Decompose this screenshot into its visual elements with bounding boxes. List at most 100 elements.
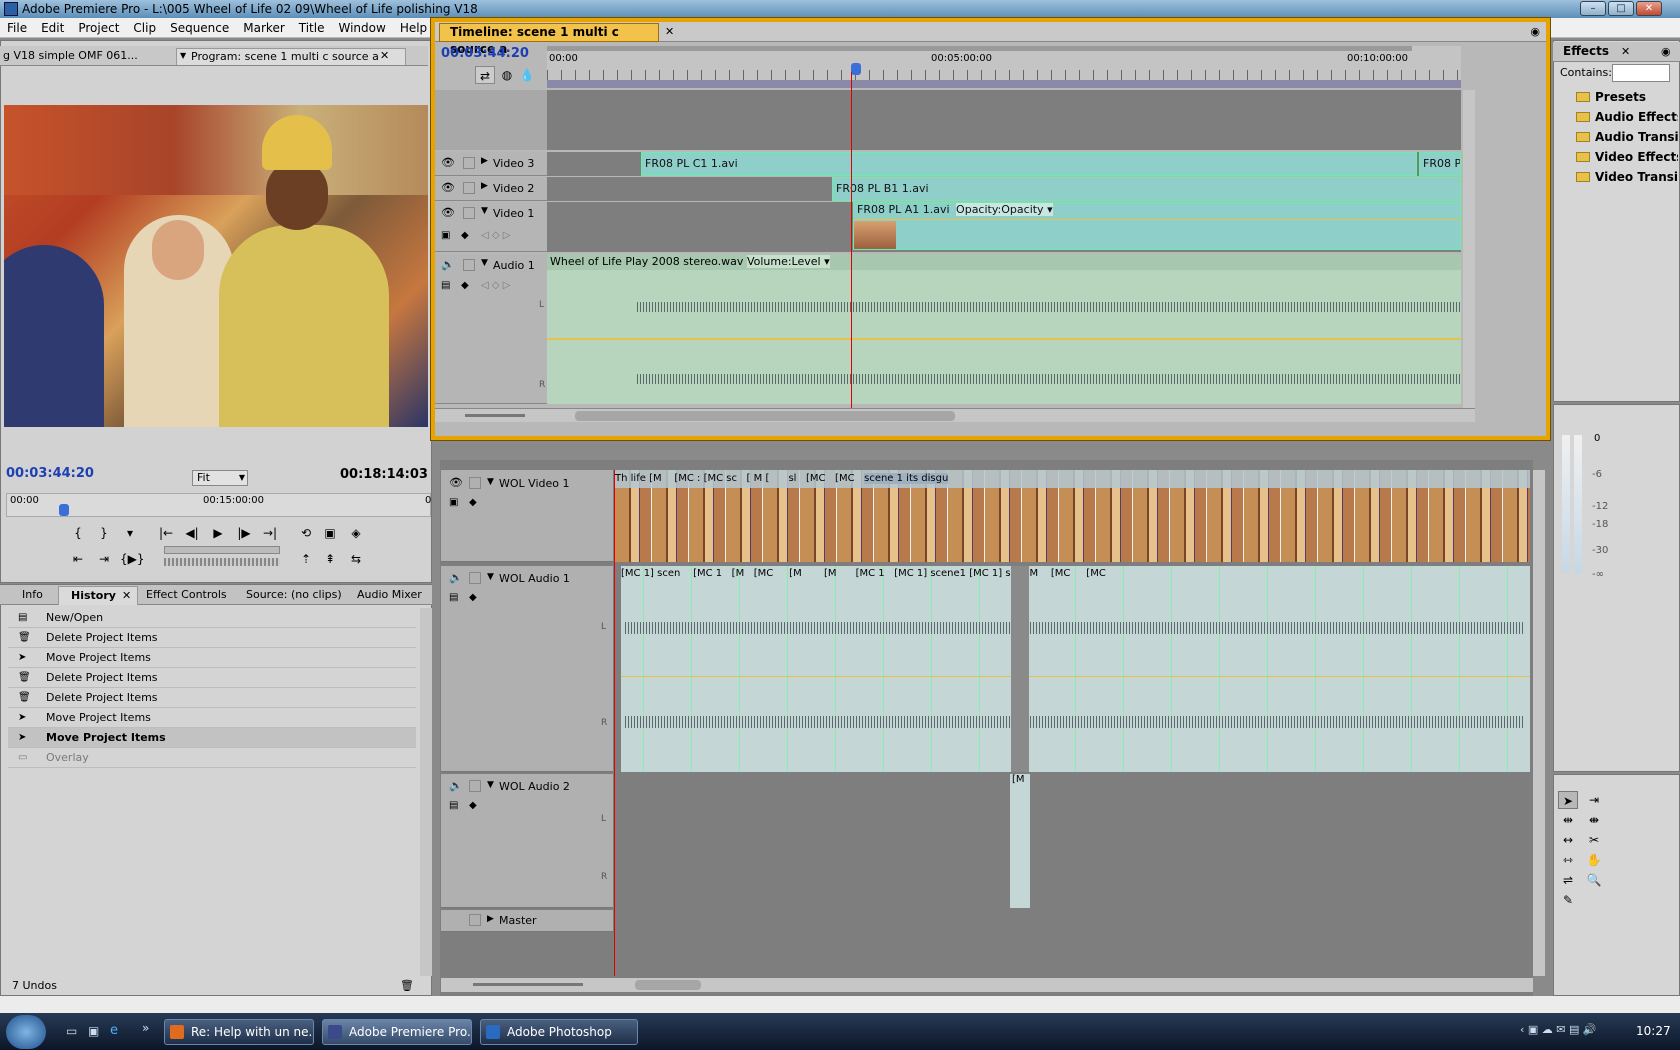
history-item[interactable]: ➤ Move Project Items bbox=[8, 648, 416, 668]
rate-stretch-tool-icon[interactable]: ↔ bbox=[1558, 831, 1578, 849]
step-back-icon[interactable]: ◀| bbox=[182, 524, 202, 542]
switch-windows-icon[interactable]: ▣ bbox=[88, 1024, 99, 1038]
lock-toggle[interactable] bbox=[469, 477, 481, 489]
expand-triangle-icon[interactable]: ▶ bbox=[487, 914, 494, 924]
marker-icon[interactable]: ▾ bbox=[120, 524, 140, 542]
hand-tool-icon[interactable]: ✋ bbox=[1584, 851, 1604, 869]
play-icon[interactable]: ▶ bbox=[208, 524, 228, 542]
opacity-line[interactable] bbox=[854, 219, 1460, 220]
tab-effect-controls[interactable]: Effect Controls bbox=[146, 588, 227, 601]
collapse-triangle-icon[interactable]: ▼ bbox=[487, 477, 494, 487]
close-tab-icon[interactable]: ✕ bbox=[665, 25, 674, 38]
set-in-icon[interactable]: { bbox=[68, 524, 88, 542]
timeline-vertical-scrollbar[interactable] bbox=[1463, 90, 1475, 408]
shuttle-slider[interactable] bbox=[164, 546, 280, 554]
clip-fr08-pl[interactable]: FR08 PL bbox=[1419, 152, 1461, 176]
tab-info[interactable]: Info bbox=[22, 588, 43, 601]
lock-toggle[interactable] bbox=[463, 182, 475, 194]
expand-triangle-icon[interactable]: ▶ bbox=[481, 156, 488, 166]
safe-margins-icon[interactable]: ▣ bbox=[320, 524, 340, 542]
effects-folder[interactable]: Audio Effects bbox=[1573, 108, 1678, 126]
playhead-marker-icon[interactable] bbox=[851, 63, 861, 75]
output-icon[interactable]: ◈ bbox=[346, 524, 366, 542]
lock-toggle[interactable] bbox=[463, 207, 475, 219]
menu-file[interactable]: File bbox=[0, 18, 34, 38]
tab-history[interactable]: History ✕ bbox=[58, 586, 138, 605]
clip-fr08-pl-a1[interactable]: FR08 PL A1 1.avi Opacity:Opacity ▾ bbox=[853, 202, 1461, 250]
panel-menu-icon[interactable]: ◉ bbox=[1530, 25, 1540, 38]
history-scrollbar[interactable] bbox=[420, 608, 432, 976]
clip-wol-audio2[interactable]: [M bbox=[1010, 774, 1030, 908]
keyframe-icon[interactable]: ◆ bbox=[461, 280, 469, 291]
timeline-tab[interactable]: Timeline: scene 1 multi c source a bbox=[439, 23, 659, 56]
waveform-toggle-icon[interactable]: ▤ bbox=[449, 800, 458, 811]
expand-triangle-icon[interactable]: ▶ bbox=[481, 181, 488, 191]
program-ruler[interactable]: 00:00 00:15:00:00 0 bbox=[6, 493, 431, 517]
ie-icon[interactable]: e bbox=[110, 1023, 118, 1038]
zoom-bar[interactable] bbox=[547, 80, 1461, 88]
loop-icon[interactable]: ⟲ bbox=[296, 524, 316, 542]
tray-icons[interactable]: ‹ ▣ ☁ ✉ ▤ 🔊 bbox=[1520, 1023, 1597, 1036]
menu-sequence[interactable]: Sequence bbox=[163, 18, 236, 38]
trash-icon[interactable]: 🗑 bbox=[400, 979, 414, 992]
track-select-tool-icon[interactable]: ⇥ bbox=[1584, 791, 1604, 809]
sequence-horizontal-scrollbar[interactable] bbox=[635, 980, 701, 990]
panel-menu-icon[interactable]: ◉ bbox=[1661, 45, 1671, 58]
task-photoshop[interactable]: Adobe Photoshop bbox=[480, 1019, 638, 1045]
snap-icon[interactable]: ⇄ bbox=[475, 66, 495, 84]
zoom-slider[interactable] bbox=[465, 414, 525, 417]
eye-icon[interactable]: 👁 bbox=[441, 156, 455, 169]
menu-edit[interactable]: Edit bbox=[34, 18, 71, 38]
volume-line[interactable] bbox=[621, 676, 1530, 677]
menu-title[interactable]: Title bbox=[292, 18, 332, 38]
tab-audio-mixer[interactable]: Audio Mixer bbox=[357, 588, 422, 601]
effects-folder[interactable]: Video Effects bbox=[1573, 148, 1678, 166]
history-item[interactable]: ➤ Move Project Items bbox=[8, 728, 416, 748]
minimize-button[interactable]: – bbox=[1580, 1, 1606, 16]
sequence-vertical-scrollbar[interactable] bbox=[1533, 470, 1545, 976]
ripple-edit-tool-icon[interactable]: ⇹ bbox=[1558, 811, 1578, 829]
set-out-icon[interactable]: } bbox=[94, 524, 114, 542]
timeline-timecode[interactable]: 00:03:44:20 bbox=[441, 46, 529, 61]
speaker-icon[interactable]: 🔈 bbox=[441, 258, 455, 271]
keyframe-icon[interactable]: ◆ bbox=[461, 230, 469, 241]
waveform-toggle-icon[interactable]: ▤ bbox=[449, 592, 458, 603]
eye-icon[interactable]: 👁 bbox=[441, 181, 455, 194]
lock-toggle[interactable] bbox=[469, 780, 481, 792]
menu-window[interactable]: Window bbox=[331, 18, 392, 38]
extract-icon[interactable]: ⇞ bbox=[320, 550, 340, 568]
lock-toggle[interactable] bbox=[463, 157, 475, 169]
eye-icon[interactable]: 👁 bbox=[441, 206, 455, 219]
selection-tool-icon[interactable]: ➤ bbox=[1558, 791, 1578, 809]
lift-icon[interactable]: ⇡ bbox=[296, 550, 316, 568]
volume-dropdown[interactable]: Volume:Level ▾ bbox=[746, 255, 830, 268]
fit-dropdown[interactable]: Fit ▼ bbox=[192, 470, 248, 486]
track-lane-wol-video1[interactable]: Th life [M [MC : [MC sc [ M [ sl [MC [MC… bbox=[615, 470, 1530, 562]
history-item[interactable]: ▭ Overlay bbox=[8, 748, 416, 768]
lock-toggle[interactable] bbox=[463, 259, 475, 271]
rolling-edit-tool-icon[interactable]: ⇼ bbox=[1584, 811, 1604, 829]
zoom-tool-icon[interactable]: 🔍 bbox=[1584, 871, 1604, 889]
timeline-ruler[interactable]: 00:00 00:05:00:00 00:10:00:00 bbox=[547, 46, 1461, 88]
lock-toggle[interactable] bbox=[469, 572, 481, 584]
keyframe-nav-icon[interactable]: ◁ ◇ ▷ bbox=[481, 230, 510, 241]
display-style-icon[interactable]: ▣ bbox=[441, 230, 450, 241]
timeline-horizontal-scrollbar[interactable] bbox=[575, 411, 955, 421]
history-item[interactable]: 🗑 Delete Project Items bbox=[8, 688, 416, 708]
keyframe-nav-icon[interactable]: ◁ ◇ ▷ bbox=[481, 280, 510, 291]
track-lane-wol-audio1[interactable]: [MC 1] scen [MC 1 [M [MC [M [M [MC 1 [MC… bbox=[621, 566, 1530, 772]
timeline-playhead[interactable] bbox=[851, 72, 852, 412]
effects-folder[interactable]: Video Transitions bbox=[1573, 168, 1678, 186]
lock-toggle[interactable] bbox=[469, 914, 481, 926]
keyframe-icon[interactable]: ◆ bbox=[469, 592, 477, 603]
menu-project[interactable]: Project bbox=[71, 18, 126, 38]
zoom-slider[interactable] bbox=[473, 983, 583, 986]
playhead-marker-icon[interactable] bbox=[59, 504, 69, 516]
keyframe-icon[interactable]: ◆ bbox=[469, 800, 477, 811]
step-forward-icon[interactable]: |▶ bbox=[234, 524, 254, 542]
display-style-icon[interactable]: ▣ bbox=[449, 497, 458, 508]
eye-icon[interactable]: 👁 bbox=[449, 476, 463, 489]
close-tab-icon[interactable]: ✕ bbox=[1621, 45, 1630, 58]
go-to-next-edit-icon[interactable]: ⇥ bbox=[94, 550, 114, 568]
jog-wheel[interactable] bbox=[164, 558, 280, 566]
